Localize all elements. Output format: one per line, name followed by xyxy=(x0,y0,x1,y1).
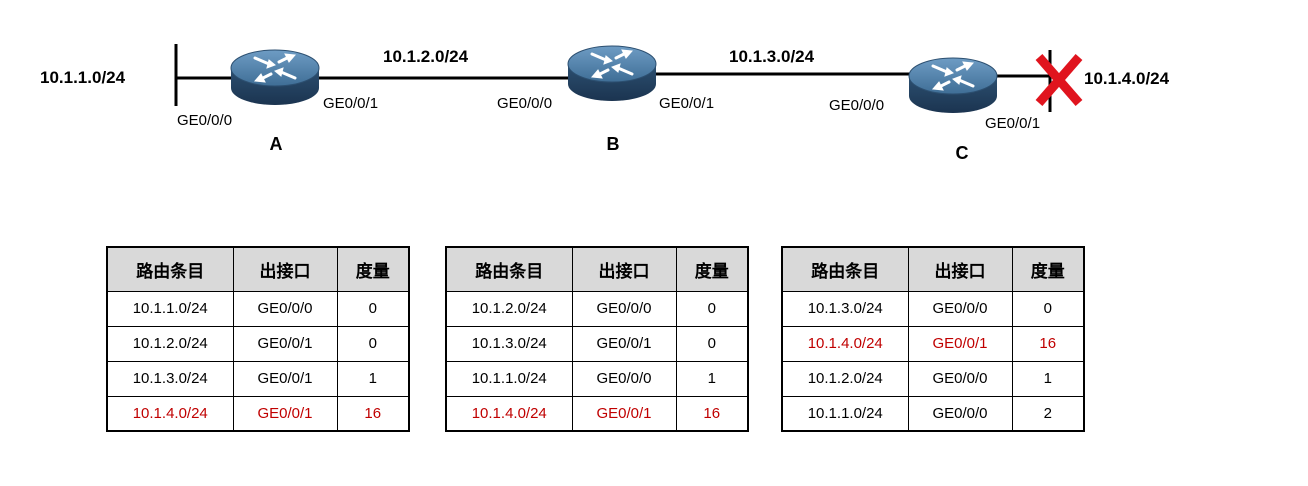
table-header-row: 路由条目 出接口 度量 xyxy=(445,246,749,292)
route-cell: 10.1.2.0/24 xyxy=(445,290,573,327)
iface-cell: GE0/0/1 xyxy=(232,360,338,397)
table-row: 10.1.3.0/24 GE0/0/0 0 xyxy=(781,290,1085,327)
router-b-right-if: GE0/0/1 xyxy=(659,95,714,112)
iface-cell: GE0/0/1 xyxy=(232,325,338,362)
router-b-left-if: GE0/0/0 xyxy=(497,95,552,112)
header-metric: 度量 xyxy=(675,246,749,292)
metric-cell: 0 xyxy=(336,290,410,327)
table-row: 10.1.3.0/24 GE0/0/1 1 xyxy=(106,360,410,397)
table-header-row: 路由条目 出接口 度量 xyxy=(106,246,410,292)
table-row-unreachable: 10.1.4.0/24 GE0/0/1 16 xyxy=(445,395,749,432)
router-c-label: C xyxy=(956,143,969,163)
router-b-label: B xyxy=(607,134,620,154)
metric-cell: 1 xyxy=(336,360,410,397)
header-metric: 度量 xyxy=(336,246,410,292)
header-iface: 出接口 xyxy=(907,246,1013,292)
net-label-3: 10.1.3.0/24 xyxy=(729,47,815,66)
iface-cell: GE0/0/1 xyxy=(571,325,677,362)
router-a-left-if: GE0/0/0 xyxy=(177,112,232,129)
iface-cell: GE0/0/0 xyxy=(571,290,677,327)
route-cell: 10.1.1.0/24 xyxy=(781,395,909,432)
routing-table-b: 路由条目 出接口 度量 10.1.2.0/24 GE0/0/0 0 10.1.3… xyxy=(445,246,749,432)
route-cell: 10.1.4.0/24 xyxy=(781,325,909,362)
metric-cell: 2 xyxy=(1011,395,1085,432)
metric-cell: 1 xyxy=(1011,360,1085,397)
route-cell: 10.1.3.0/24 xyxy=(445,325,573,362)
route-cell: 10.1.1.0/24 xyxy=(106,290,234,327)
table-row: 10.1.2.0/24 GE0/0/0 0 xyxy=(445,290,749,327)
metric-cell: 16 xyxy=(336,395,410,432)
route-cell: 10.1.2.0/24 xyxy=(781,360,909,397)
header-metric: 度量 xyxy=(1011,246,1085,292)
table-row: 10.1.2.0/24 GE0/0/1 0 xyxy=(106,325,410,362)
iface-cell: GE0/0/1 xyxy=(232,395,338,432)
metric-cell: 0 xyxy=(1011,290,1085,327)
metric-cell: 1 xyxy=(675,360,749,397)
net-label-4: 10.1.4.0/24 xyxy=(1084,69,1170,88)
table-header-row: 路由条目 出接口 度量 xyxy=(781,246,1085,292)
router-a-label: A xyxy=(270,134,283,154)
router-c xyxy=(907,56,999,115)
network-topology: 10.1.1.0/24 10.1.2.0/24 10.1.3.0/24 10.1… xyxy=(40,44,1170,163)
route-cell: 10.1.2.0/24 xyxy=(106,325,234,362)
route-cell: 10.1.4.0/24 xyxy=(445,395,573,432)
metric-cell: 16 xyxy=(675,395,749,432)
header-route: 路由条目 xyxy=(445,246,573,292)
table-row: 10.1.1.0/24 GE0/0/0 1 xyxy=(445,360,749,397)
route-cell: 10.1.3.0/24 xyxy=(106,360,234,397)
router-c-right-if: GE0/0/1 xyxy=(985,115,1040,132)
failure-x-icon xyxy=(1035,54,1083,106)
net-label-2: 10.1.2.0/24 xyxy=(383,47,469,66)
router-a-right-if: GE0/0/1 xyxy=(323,95,378,112)
router-a xyxy=(229,48,321,107)
header-iface: 出接口 xyxy=(571,246,677,292)
header-route: 路由条目 xyxy=(781,246,909,292)
header-route: 路由条目 xyxy=(106,246,234,292)
router-c-left-if: GE0/0/0 xyxy=(829,97,884,114)
route-cell: 10.1.1.0/24 xyxy=(445,360,573,397)
iface-cell: GE0/0/0 xyxy=(907,360,1013,397)
iface-cell: GE0/0/1 xyxy=(571,395,677,432)
iface-cell: GE0/0/0 xyxy=(571,360,677,397)
metric-cell: 0 xyxy=(675,290,749,327)
table-row-unreachable: 10.1.4.0/24 GE0/0/1 16 xyxy=(106,395,410,432)
metric-cell: 16 xyxy=(1011,325,1085,362)
iface-cell: GE0/0/0 xyxy=(907,395,1013,432)
net-label-1: 10.1.1.0/24 xyxy=(40,68,126,87)
metric-cell: 0 xyxy=(675,325,749,362)
iface-cell: GE0/0/0 xyxy=(232,290,338,327)
route-cell: 10.1.3.0/24 xyxy=(781,290,909,327)
router-b xyxy=(566,44,658,103)
table-row: 10.1.2.0/24 GE0/0/0 1 xyxy=(781,360,1085,397)
table-row: 10.1.1.0/24 GE0/0/0 2 xyxy=(781,395,1085,432)
metric-cell: 0 xyxy=(336,325,410,362)
routing-table-a: 路由条目 出接口 度量 10.1.1.0/24 GE0/0/0 0 10.1.2… xyxy=(106,246,410,432)
table-row: 10.1.3.0/24 GE0/0/1 0 xyxy=(445,325,749,362)
routing-table-c: 路由条目 出接口 度量 10.1.3.0/24 GE0/0/0 0 10.1.4… xyxy=(781,246,1085,432)
table-row: 10.1.1.0/24 GE0/0/0 0 xyxy=(106,290,410,327)
table-row-unreachable: 10.1.4.0/24 GE0/0/1 16 xyxy=(781,325,1085,362)
route-cell: 10.1.4.0/24 xyxy=(106,395,234,432)
iface-cell: GE0/0/1 xyxy=(907,325,1013,362)
header-iface: 出接口 xyxy=(232,246,338,292)
iface-cell: GE0/0/0 xyxy=(907,290,1013,327)
